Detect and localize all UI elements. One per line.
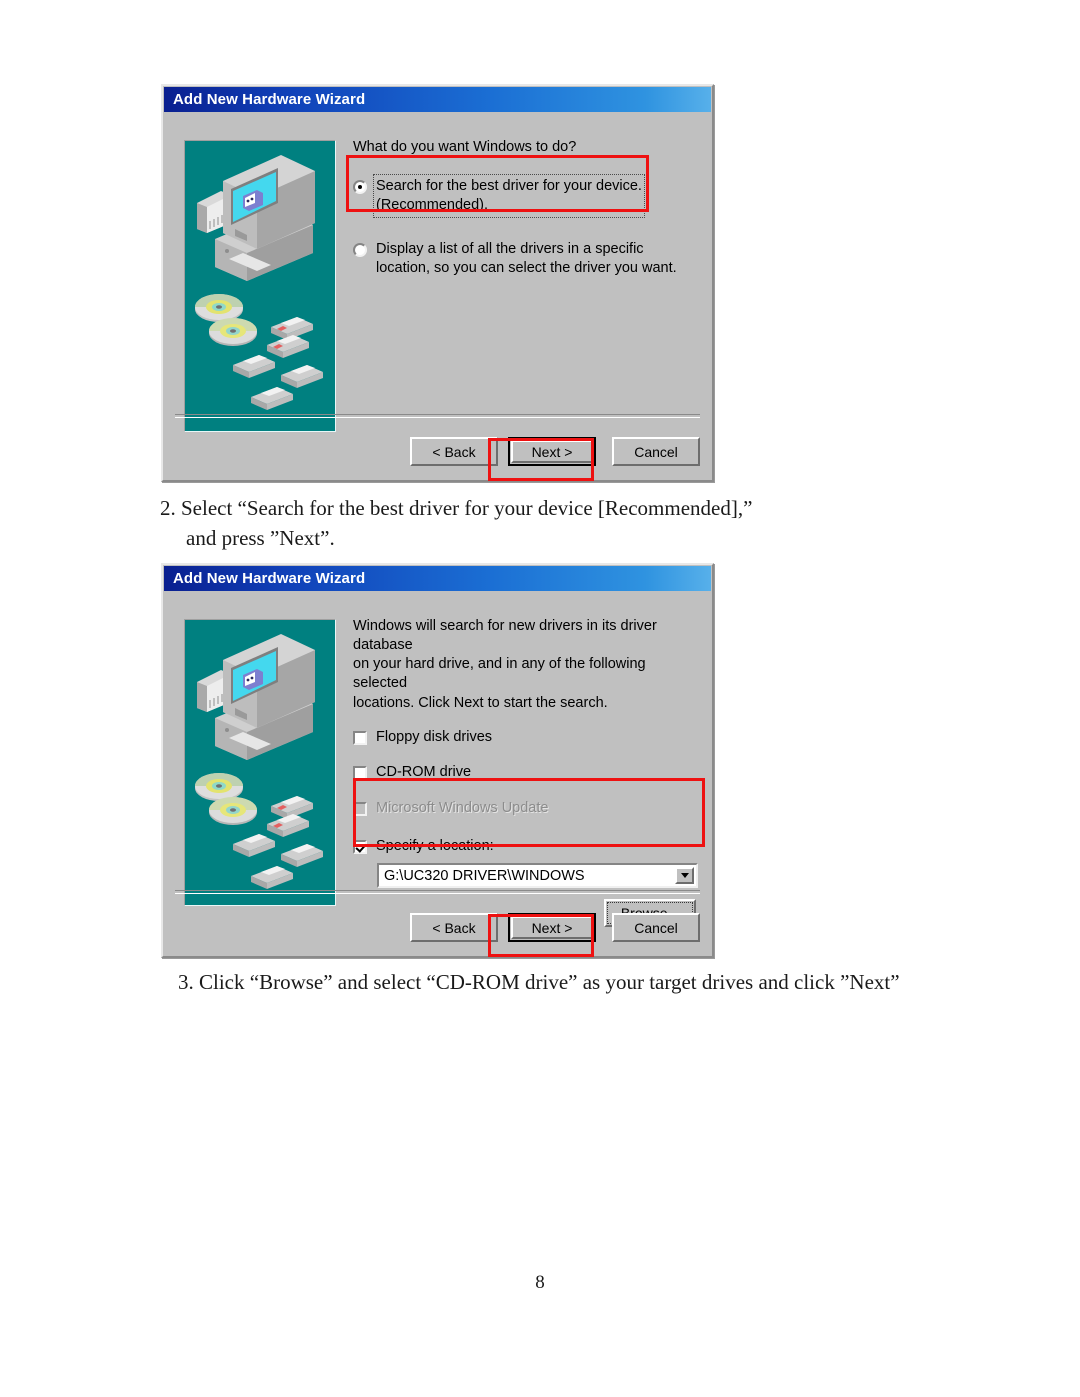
dialog1-button-row: < Back Next > Cancel — [175, 437, 700, 466]
checkbox-cd-rom-drive[interactable]: CD-ROM drive — [353, 763, 698, 782]
divider — [175, 890, 700, 894]
floppy-disk-icon — [251, 866, 293, 889]
checkbox-microsoft-windows-update: Microsoft Windows Update — [353, 799, 698, 818]
dialog-body: Windows will search for new drivers in i… — [163, 591, 712, 956]
chevron-down-icon[interactable] — [675, 867, 694, 884]
radio-option-label: Search for the best driver for your devi… — [373, 174, 645, 218]
step2-line2: and press ”Next”. — [186, 525, 335, 550]
cancel-button-label: Cancel — [634, 443, 678, 460]
cancel-button[interactable]: Cancel — [612, 437, 700, 466]
dialog2-button-row: < Back Next > Cancel — [175, 913, 700, 942]
document-page: Add New Hardware Wizard What do you want… — [0, 0, 1080, 1397]
checkbox-icon[interactable] — [353, 840, 367, 855]
checkbox-label: Floppy disk drives — [376, 728, 493, 745]
page-number: 8 — [535, 1272, 545, 1293]
prompt-text: What do you want Windows to do? — [353, 139, 577, 155]
next-button-label: Next > — [531, 443, 573, 460]
add-new-hardware-wizard-dialog-1: Add New Hardware Wizard What do you want… — [161, 84, 714, 482]
divider — [175, 414, 700, 418]
instruction-step-3: 3. Click “Browse” and select “CD-ROM dri… — [178, 968, 1048, 998]
instruction-step-2: 2. Select “Search for the best driver fo… — [160, 494, 960, 554]
floppy-disk-icon — [281, 365, 323, 388]
radio-button-icon[interactable] — [353, 242, 367, 257]
floppy-disk-icon — [281, 844, 323, 867]
radio-button-icon[interactable] — [353, 180, 367, 195]
checkbox-label: CD-ROM drive — [376, 764, 472, 781]
dialog1-content: What do you want Windows to do? Search f… — [353, 138, 698, 278]
floppy-disk-icon — [233, 355, 275, 378]
cd-disc-icon — [209, 318, 257, 346]
back-button[interactable]: < Back — [410, 913, 498, 942]
next-button[interactable]: Next > — [508, 913, 596, 942]
wizard-illustration — [184, 619, 336, 906]
dialog2-content: Windows will search for new drivers in i… — [353, 617, 698, 927]
step2-line1: 2. Select “Search for the best driver fo… — [160, 496, 753, 520]
dialog-body: What do you want Windows to do? Search f… — [163, 112, 712, 480]
search-description-text: Windows will search for new drivers in i… — [353, 618, 657, 711]
back-button-label: < Back — [432, 919, 476, 936]
radio-option-label: Display a list of all the drivers in a s… — [376, 240, 677, 276]
location-value: G:\UC320 DRIVER\WINDOWS — [384, 867, 585, 884]
back-button-label: < Back — [432, 443, 476, 460]
cd-disc-icon — [195, 773, 243, 801]
next-button-label: Next > — [531, 919, 573, 936]
checkbox-label: Microsoft Windows Update — [376, 800, 549, 817]
floppy-disk-icon — [267, 335, 309, 358]
cancel-button-label: Cancel — [634, 919, 678, 936]
wizard-illustration — [184, 140, 336, 432]
back-button[interactable]: < Back — [410, 437, 498, 466]
add-new-hardware-wizard-dialog-2: Add New Hardware Wizard Windows will sea… — [161, 563, 714, 958]
checkbox-specify-a-location[interactable]: Specify a location: — [353, 837, 698, 856]
checkbox-icon[interactable] — [353, 766, 367, 781]
cd-disc-icon — [209, 797, 257, 825]
radio-option-display-list[interactable]: Display a list of all the drivers in a s… — [353, 240, 698, 278]
floppy-disk-icon — [267, 814, 309, 837]
titlebar: Add New Hardware Wizard — [164, 566, 711, 591]
cancel-button[interactable]: Cancel — [612, 913, 700, 942]
checkbox-icon[interactable] — [353, 730, 367, 745]
step3-text: 3. Click “Browse” and select “CD-ROM dri… — [178, 970, 900, 994]
window-title: Add New Hardware Wizard — [173, 570, 366, 587]
cd-disc-icon — [195, 294, 243, 322]
checkbox-icon — [353, 802, 367, 817]
floppy-disk-icon — [233, 834, 275, 857]
checkbox-label: Specify a location: — [376, 838, 494, 855]
location-combobox[interactable]: G:\UC320 DRIVER\WINDOWS — [377, 863, 698, 888]
radio-option-search-best-driver[interactable]: Search for the best driver for your devi… — [353, 174, 698, 218]
floppy-disk-icon — [251, 387, 293, 410]
titlebar: Add New Hardware Wizard — [164, 87, 711, 112]
checkbox-floppy-disk-drives[interactable]: Floppy disk drives — [353, 728, 698, 747]
next-button[interactable]: Next > — [508, 437, 596, 466]
window-title: Add New Hardware Wizard — [173, 91, 366, 108]
